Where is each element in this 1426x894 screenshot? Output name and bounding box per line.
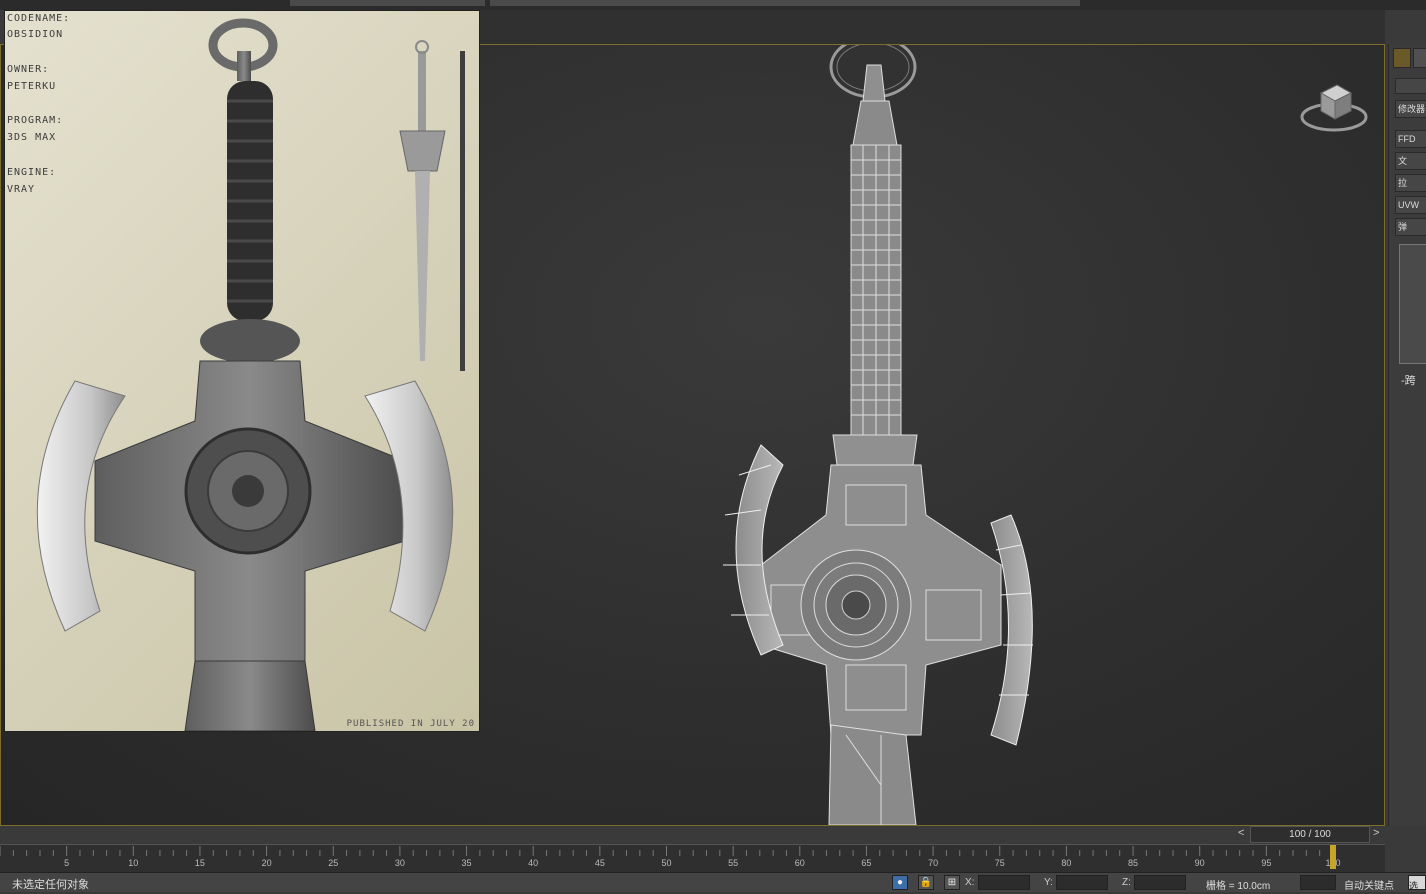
trackbar-label: 25 (328, 858, 339, 868)
ffd-button[interactable]: FFD (1395, 130, 1426, 148)
time-slider[interactable]: < 100 / 100 > (0, 826, 1426, 844)
z-label: Z: (1122, 877, 1131, 888)
trackbar[interactable]: 5101520253035404550556065707580859095100 (0, 844, 1385, 873)
y-label: Y: (1044, 877, 1053, 888)
time-prev-arrow[interactable]: < (1238, 827, 1244, 839)
time-slider-thumb[interactable]: 100 / 100 (1250, 826, 1370, 843)
transform-mode-icon[interactable]: ⊞ (944, 875, 960, 890)
trackbar-label: 10 (128, 858, 139, 868)
trackbar-label: 90 (1194, 858, 1205, 868)
command-panel: 修改器 FFD 文 拉 UVW 弹 -跨 (1388, 44, 1426, 826)
trackbar-label: 85 (1128, 858, 1139, 868)
modifier-stack[interactable] (1399, 244, 1426, 364)
selected-dropdown[interactable]: 选 (1408, 875, 1426, 891)
create-tab[interactable] (1393, 48, 1411, 68)
lock-icon[interactable]: 🔒 (918, 875, 934, 890)
trackbar-label: 40 (528, 858, 539, 868)
auto-key-button[interactable]: 自动关键点 (1344, 877, 1394, 892)
trackbar-label: 55 (728, 858, 739, 868)
viewport-header (478, 10, 1385, 44)
trackbar-label: 50 (661, 858, 672, 868)
trackbar-label: 75 (994, 858, 1005, 868)
selected-dropdown-label: 选 (1409, 881, 1419, 891)
modifier-button-c[interactable]: 弹 (1395, 218, 1426, 236)
time-next-arrow[interactable]: > (1373, 827, 1379, 839)
modifier-button-b[interactable]: 拉 (1395, 174, 1426, 192)
menu-segment (290, 0, 485, 6)
trackbar-label: 45 (594, 858, 605, 868)
modifier-button-a[interactable]: 文 (1395, 152, 1426, 170)
uvw-button[interactable]: UVW (1395, 196, 1426, 214)
z-coordinate-field[interactable] (1134, 875, 1186, 890)
viewcube-icon[interactable] (1299, 75, 1369, 135)
trackbar-label: 65 (861, 858, 872, 868)
title-strip (0, 0, 1426, 10)
status-prompt: 未选定任何对象 (12, 879, 89, 891)
trackbar-label: 5 (64, 858, 70, 868)
object-name-field[interactable] (1395, 78, 1426, 94)
key-icon-button[interactable] (1300, 875, 1336, 890)
trackbar-label: 70 (928, 858, 939, 868)
x-coordinate-field[interactable] (978, 875, 1030, 890)
modify-tab[interactable] (1413, 48, 1426, 68)
trackbar-ticks (0, 846, 1334, 856)
stack-control[interactable]: -跨 (1401, 372, 1416, 388)
trackbar-label: 80 (1061, 858, 1072, 868)
selection-lock-icon[interactable]: ● (892, 875, 908, 890)
modifier-list-dropdown[interactable]: 修改器 (1395, 100, 1426, 118)
x-label: X: (965, 877, 975, 888)
trackbar-label: 35 (461, 858, 472, 868)
reference-image: CODENAME: OBSIDION OWNER: PETERKU PROGRA… (4, 10, 480, 732)
sword-render (36, 18, 465, 731)
trackbar-label: 15 (194, 858, 205, 868)
y-coordinate-field[interactable] (1056, 875, 1108, 890)
trackbar-label: 20 (261, 858, 272, 868)
status-bar: 未选定任何对象 ● 🔒 ⊞ X: Y: Z: 栅格 = 10.0cm 自动关键点… (0, 872, 1426, 892)
menu-segment (490, 0, 1080, 6)
trackbar-label: 95 (1261, 858, 1272, 868)
trackbar-label: 60 (794, 858, 805, 868)
trackbar-label: 30 (394, 858, 405, 868)
playhead[interactable] (1330, 845, 1336, 869)
trackbar-labels: 5101520253035404550556065707580859095100 (0, 858, 1385, 870)
grid-size: 栅格 = 10.0cm (1206, 881, 1271, 892)
